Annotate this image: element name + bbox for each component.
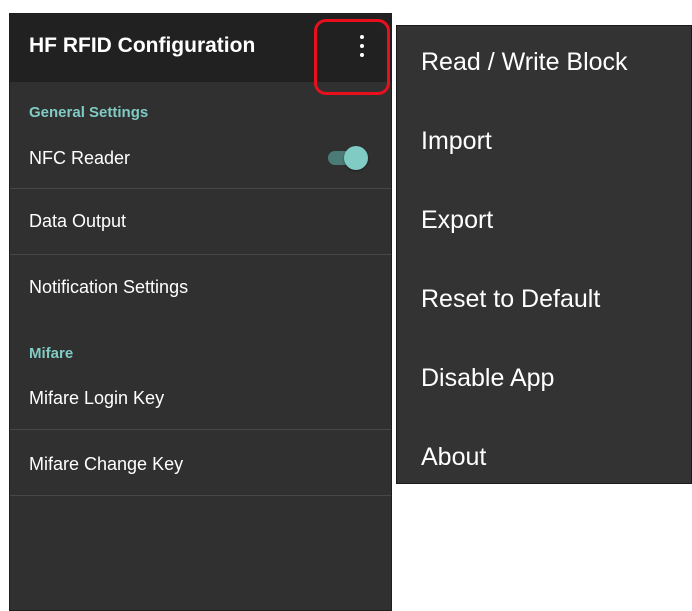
menu-item-disable-app[interactable]: Disable App	[397, 342, 691, 421]
data-output-item[interactable]: Data Output	[10, 189, 391, 254]
overflow-menu: Read / Write Block Import Export Reset t…	[396, 25, 692, 484]
menu-item-export[interactable]: Export	[397, 184, 691, 263]
menu-item-reset-to-default[interactable]: Reset to Default	[397, 263, 691, 342]
divider	[10, 495, 391, 496]
section-header-general-settings: General Settings	[29, 104, 149, 121]
notification-settings-label: Notification Settings	[29, 277, 189, 297]
notification-settings-item[interactable]: Notification Settings	[10, 255, 391, 320]
menu-item-label: Export	[421, 206, 494, 234]
menu-item-read-write-block[interactable]: Read / Write Block	[397, 26, 691, 105]
menu-item-label: Read / Write Block	[421, 48, 628, 76]
menu-item-label: Reset to Default	[421, 285, 601, 313]
mifare-change-key-label: Mifare Change Key	[29, 454, 184, 474]
section-header-mifare: Mifare	[29, 345, 74, 362]
mifare-change-key-item[interactable]: Mifare Change Key	[10, 430, 391, 495]
more-vert-icon[interactable]	[347, 31, 377, 61]
nfc-reader-label: NFC Reader	[29, 148, 131, 168]
app-title: HF RFID Configuration	[29, 34, 256, 57]
menu-item-label: Import	[421, 127, 492, 155]
menu-item-label: About	[421, 443, 487, 471]
data-output-label: Data Output	[29, 211, 127, 231]
nfc-reader-toggle[interactable]	[328, 146, 368, 170]
mifare-login-key-label: Mifare Login Key	[29, 388, 165, 408]
settings-screen: HF RFID Configuration General Settings N…	[9, 13, 392, 611]
menu-item-about[interactable]: About	[397, 421, 691, 500]
menu-item-label: Disable App	[421, 364, 555, 392]
menu-item-import[interactable]: Import	[397, 105, 691, 184]
app-bar: HF RFID Configuration	[10, 14, 391, 82]
toggle-thumb	[344, 146, 368, 170]
mifare-login-key-item[interactable]: Mifare Login Key	[10, 366, 391, 429]
